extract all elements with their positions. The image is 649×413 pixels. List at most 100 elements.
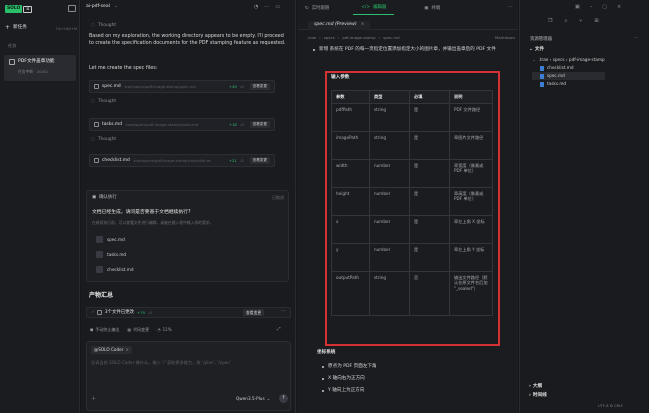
file-icon [96, 236, 103, 243]
table-cell: number [369, 242, 410, 272]
branch-icon[interactable]: ⑂ [579, 18, 582, 25]
chevron-right-icon: › [92, 310, 94, 315]
assistant-message-2: Let me create the spec files: [89, 66, 158, 71]
table-cell: imagePath [331, 130, 370, 160]
confirm-file-tasks[interactable]: tasks.md [96, 251, 126, 258]
table-cell: y [331, 242, 370, 272]
markdown-file-icon [540, 65, 544, 71]
auto-run-toggle[interactable]: ◼ 手动终止编出 [90, 327, 119, 332]
chevron-down-icon: ⌄ [532, 57, 536, 63]
follow-icon: ↻ [305, 5, 309, 11]
collapse-icon[interactable]: ▭ [275, 4, 280, 11]
close-icon[interactable]: × [125, 347, 129, 353]
layout-icon[interactable]: ▣ [575, 4, 580, 11]
context-progress: ◔ 11% [157, 327, 172, 332]
agent-tag[interactable]: @SOLO Coder × [91, 346, 132, 354]
send-button[interactable]: ↑ [279, 394, 288, 403]
table-row: y number 是章左上角 Y 坐标 [331, 242, 493, 272]
folder-path[interactable]: ⌄ .trae › specs › pdf-image-stamp [532, 56, 605, 64]
more-icon[interactable]: ⋯ [634, 36, 638, 42]
thought-row[interactable]: ◌ Thought [91, 137, 116, 143]
table-row: x number 是章左上角 X 坐标 [331, 214, 493, 244]
file-card-tasks[interactable]: tasks.md .trae\specs\pdf-image-stamp\tas… [89, 118, 275, 131]
tree-file-spec[interactable]: spec.md [532, 72, 605, 80]
more-icon[interactable]: ⋯ [281, 309, 285, 315]
language-mode[interactable]: Markdown [495, 35, 515, 40]
status-row: ◼ 手动终止编出 ▦ 代码变更 ◔ 11% [90, 327, 172, 332]
minimize-icon[interactable]: – [590, 4, 593, 11]
close-icon[interactable]: × [617, 4, 621, 11]
table-row: imagePath string 是章图片文件路径 [331, 130, 493, 160]
close-icon[interactable]: × [361, 22, 365, 28]
thought-row[interactable]: ◌ Thought [91, 23, 116, 29]
table-cell: 否 [409, 270, 450, 316]
table-cell: 章宽度（像素或 PDF 单位） [449, 158, 493, 188]
params-table: 参数 类型 必填 说明 pdfPath string 是 PDF 文件路径 image… [331, 90, 493, 316]
tree-file-tasks[interactable]: tasks.md [532, 80, 605, 88]
new-task-button[interactable]: + 新任务 Ctrl+Alt+N [5, 24, 77, 33]
more-icon[interactable]: ⋯ [264, 4, 269, 11]
table-cell: string [369, 270, 410, 316]
progress-ring-icon: ◔ [157, 327, 161, 332]
table-cell: number [369, 214, 410, 244]
view-changes-button[interactable]: 查看变更 [249, 83, 270, 90]
outline-section[interactable]: › 大纲 [529, 384, 542, 390]
maximize-icon[interactable]: ▢ [602, 4, 607, 11]
tree-file-checklist[interactable]: checklist.md [532, 64, 605, 72]
table-row: height number 是章高度（像素或 PDF 单位） [331, 186, 493, 216]
logo-badge: ⌘ [23, 5, 33, 13]
new-task-label: 新任务 [13, 25, 27, 31]
terminal-icon: ▣ [92, 195, 97, 200]
table-cell: 是 [409, 130, 450, 160]
file-card-spec[interactable]: spec.md .trae\specs\pdf-image-stamp\spec… [89, 80, 275, 93]
expand-icon[interactable]: ⤢ [277, 327, 281, 333]
file-icon [96, 266, 103, 273]
file-icon [96, 251, 103, 258]
file-tab-spec[interactable]: spec.md (Preview) × [308, 21, 371, 30]
table-cell: outputPath [331, 270, 370, 316]
file-card-checklist[interactable]: checklist.md .trae\specs\pdf-image-stamp… [89, 154, 275, 167]
table-row: pdfPath string 是 PDF 文件路径 [331, 102, 493, 132]
files-section[interactable]: ⌄ 文件 [529, 47, 544, 53]
view-changes-button[interactable]: 查看变更 [249, 157, 270, 164]
extensions-icon[interactable]: ⊞ [594, 18, 598, 25]
more-icon[interactable]: ⋯ [508, 4, 513, 11]
task-item[interactable]: PDF文件盖章功能 任务中断 · 20:02 [4, 55, 76, 81]
bullet-item: 新增 系统在 PDF 的每一页指定位置添加指定大小的图片章，并输出盖章后的 PD… [313, 47, 503, 53]
code-icon: </> [361, 5, 371, 11]
file-icon [94, 122, 99, 127]
model-selector[interactable]: Qwen3.5-Plus ⌄ [236, 396, 270, 402]
confirm-file-checklist[interactable]: checklist.md [96, 266, 133, 273]
view-all-changes-button[interactable]: 查看变更 [243, 309, 265, 317]
tab-live-follow[interactable]: ↻ 实时跟随 [297, 2, 337, 15]
confirm-file-spec[interactable]: spec.md [96, 236, 125, 243]
confirm-subtext: 在继续执行前，可以查看文件进行编辑，或者在输入框中输入你的要求。 [92, 220, 214, 225]
files-icon[interactable]: ❐ [548, 18, 552, 25]
view-changes-button[interactable]: 查看变更 [249, 121, 270, 128]
thought-icon: ◌ [91, 137, 95, 142]
table-cell: number [369, 186, 410, 216]
chat-input-placeholder[interactable]: 告诉当前 SOLO Coder 做什么，输入 '/' 获取更多能力，按 '/pl… [91, 360, 287, 366]
summary-title: 产物汇总 [89, 292, 114, 299]
sidebar-toggle-icon[interactable] [68, 5, 76, 12]
chat-title: ai-pdf-seal [86, 4, 110, 9]
tab-editor[interactable]: </> 编辑器 [353, 2, 395, 15]
chevron-down-icon[interactable]: ⌄ [114, 4, 118, 10]
confirm-question: 文档已经生成，请问是否要基于文档继续执行? [92, 210, 191, 215]
table-cell: 是 [409, 186, 450, 216]
table-cell: x [331, 214, 370, 244]
new-task-shortcut: Ctrl+Alt+N [55, 25, 77, 31]
add-attachment-icon[interactable]: ＋ [91, 396, 96, 403]
file-tree: ⌄ .trae › specs › pdf-image-stamp checkli… [532, 56, 605, 88]
history-icon[interactable]: ◔ [254, 4, 258, 11]
thought-row[interactable]: ◌ Thought [91, 99, 116, 105]
view-tabs: ↻ 实时跟随 </> 编辑器 ▣ 终端 [297, 2, 448, 16]
markdown-file-icon [540, 81, 544, 87]
confirm-status: 已取消 [272, 195, 284, 200]
terminal-icon: ▣ [424, 5, 429, 11]
code-changes-toggle[interactable]: ▦ 代码变更 [127, 327, 149, 332]
thought-icon: ◌ [91, 99, 95, 104]
search-icon[interactable]: ⌕ [564, 18, 567, 25]
timeline-section[interactable]: › 时间线 [529, 393, 547, 399]
tab-terminal[interactable]: ▣ 终端 [416, 2, 448, 15]
